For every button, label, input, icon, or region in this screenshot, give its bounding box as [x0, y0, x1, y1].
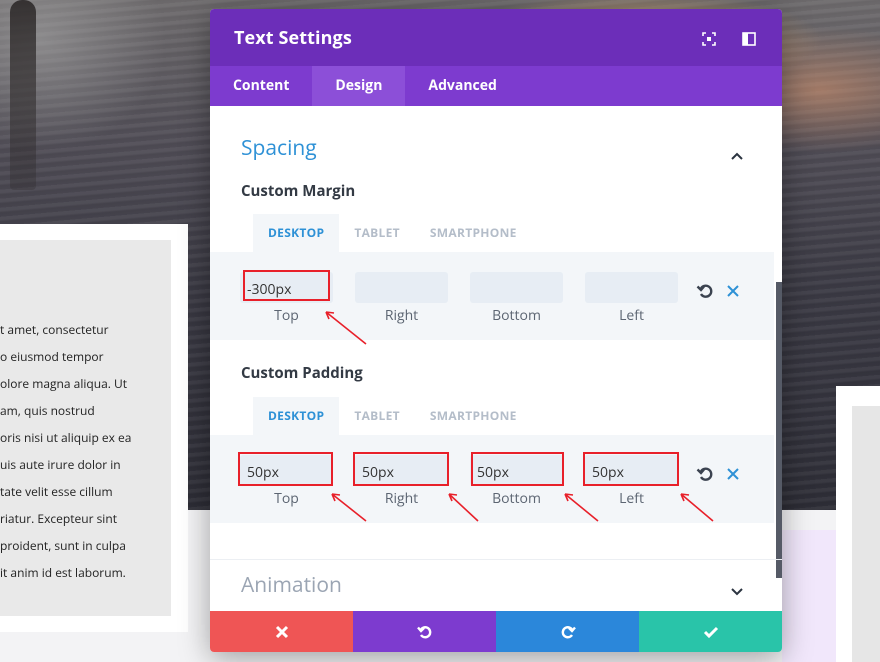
scrollbar[interactable]	[776, 282, 782, 578]
undo-icon	[416, 625, 431, 638]
margin-left-field: Left	[585, 272, 678, 325]
background-text-card-inner: t amet, consectetur o eiusmod tempor olo…	[0, 240, 171, 616]
margin-device-tabs: DESKTOP TABLET SMARTPHONE	[253, 214, 532, 252]
padding-tab-tablet[interactable]: TABLET	[339, 397, 415, 435]
margin-tab-desktop[interactable]: DESKTOP	[253, 214, 340, 252]
padding-left-label: Left	[619, 489, 644, 508]
background-text-line: proident, sunt in culpa	[0, 537, 126, 554]
margin-right-input[interactable]	[355, 272, 448, 303]
background-text-line: tate velit esse cillum	[0, 483, 113, 500]
tab-design[interactable]: Design	[312, 66, 406, 106]
custom-margin-label: Custom Margin	[241, 181, 356, 201]
reset-icon[interactable]	[696, 465, 714, 483]
background-side-card	[836, 386, 880, 662]
settings-content: Spacing Custom Margin DESKTOP TABLET SMA…	[210, 106, 782, 611]
background-text-card: t amet, consectetur o eiusmod tempor olo…	[0, 224, 188, 632]
split-view-icon[interactable]	[742, 29, 756, 46]
redo-icon	[561, 625, 576, 638]
chevron-down-icon[interactable]	[730, 580, 744, 596]
cancel-button[interactable]	[210, 611, 353, 652]
background-text-line: t amet, consectetur	[0, 321, 109, 338]
reset-icon[interactable]	[696, 282, 714, 300]
background-side-card-inner	[852, 406, 880, 662]
margin-top-label: Top	[274, 306, 299, 325]
margin-bottom-field: Bottom	[470, 272, 563, 325]
spacing-section-title[interactable]: Spacing	[241, 134, 317, 162]
margin-right-field: Right	[355, 272, 448, 325]
close-icon	[275, 625, 288, 638]
padding-right-label: Right	[384, 489, 419, 508]
modal-title: Text Settings	[234, 25, 352, 50]
margin-left-label: Left	[619, 306, 644, 325]
margin-bottom-input[interactable]	[470, 272, 563, 303]
annotation-highlight-padding-right	[353, 452, 449, 486]
background-text-line: it anim id est laborum.	[0, 564, 126, 581]
clear-icon[interactable]	[724, 465, 742, 483]
tab-content[interactable]: Content	[210, 66, 312, 106]
modal-header: Text Settings	[210, 9, 782, 66]
padding-top-label: Top	[274, 489, 299, 508]
margin-right-label: Right	[384, 306, 419, 325]
section-divider	[210, 559, 782, 560]
save-button[interactable]	[639, 611, 782, 652]
annotation-highlight-padding-left	[583, 452, 679, 486]
annotation-highlight-padding-bottom	[471, 452, 564, 486]
margin-bottom-label: Bottom	[492, 306, 541, 325]
check-icon	[703, 626, 718, 638]
background-text-line: uis aute irure dolor in	[0, 456, 121, 473]
background-text-line: am, quis nostrud	[0, 402, 95, 419]
margin-tab-smartphone[interactable]: SMARTPHONE	[415, 214, 532, 252]
background-lavender-block	[782, 530, 842, 662]
clear-icon[interactable]	[724, 282, 742, 300]
modal-footer	[210, 611, 782, 652]
text-settings-modal: Text Settings Content Design Advanced Sp…	[210, 9, 782, 652]
animation-section-title[interactable]: Animation	[241, 571, 342, 599]
annotation-highlight-margin-top	[243, 270, 330, 301]
expand-icon[interactable]	[702, 29, 716, 46]
custom-padding-label: Custom Padding	[241, 363, 363, 383]
redo-button[interactable]	[496, 611, 639, 652]
padding-device-tabs: DESKTOP TABLET SMARTPHONE	[253, 397, 532, 435]
annotation-highlight-padding-top	[238, 452, 333, 486]
padding-tab-desktop[interactable]: DESKTOP	[253, 397, 340, 435]
padding-tab-smartphone[interactable]: SMARTPHONE	[415, 397, 532, 435]
background-text-line: riatur. Excepteur sint	[0, 510, 117, 527]
background-text-line: olore magna aliqua. Ut	[0, 375, 128, 392]
background-text-line: oris nisi ut aliquip ex ea	[0, 429, 132, 446]
padding-bottom-label: Bottom	[492, 489, 541, 508]
chevron-up-icon[interactable]	[730, 144, 744, 160]
background-text-line: o eiusmod tempor	[0, 348, 104, 365]
settings-tabs: Content Design Advanced	[210, 66, 782, 106]
margin-left-input[interactable]	[585, 272, 678, 303]
tab-advanced[interactable]: Advanced	[405, 66, 519, 106]
margin-tab-tablet[interactable]: TABLET	[339, 214, 415, 252]
undo-button[interactable]	[353, 611, 496, 652]
background-figure	[10, 0, 36, 190]
